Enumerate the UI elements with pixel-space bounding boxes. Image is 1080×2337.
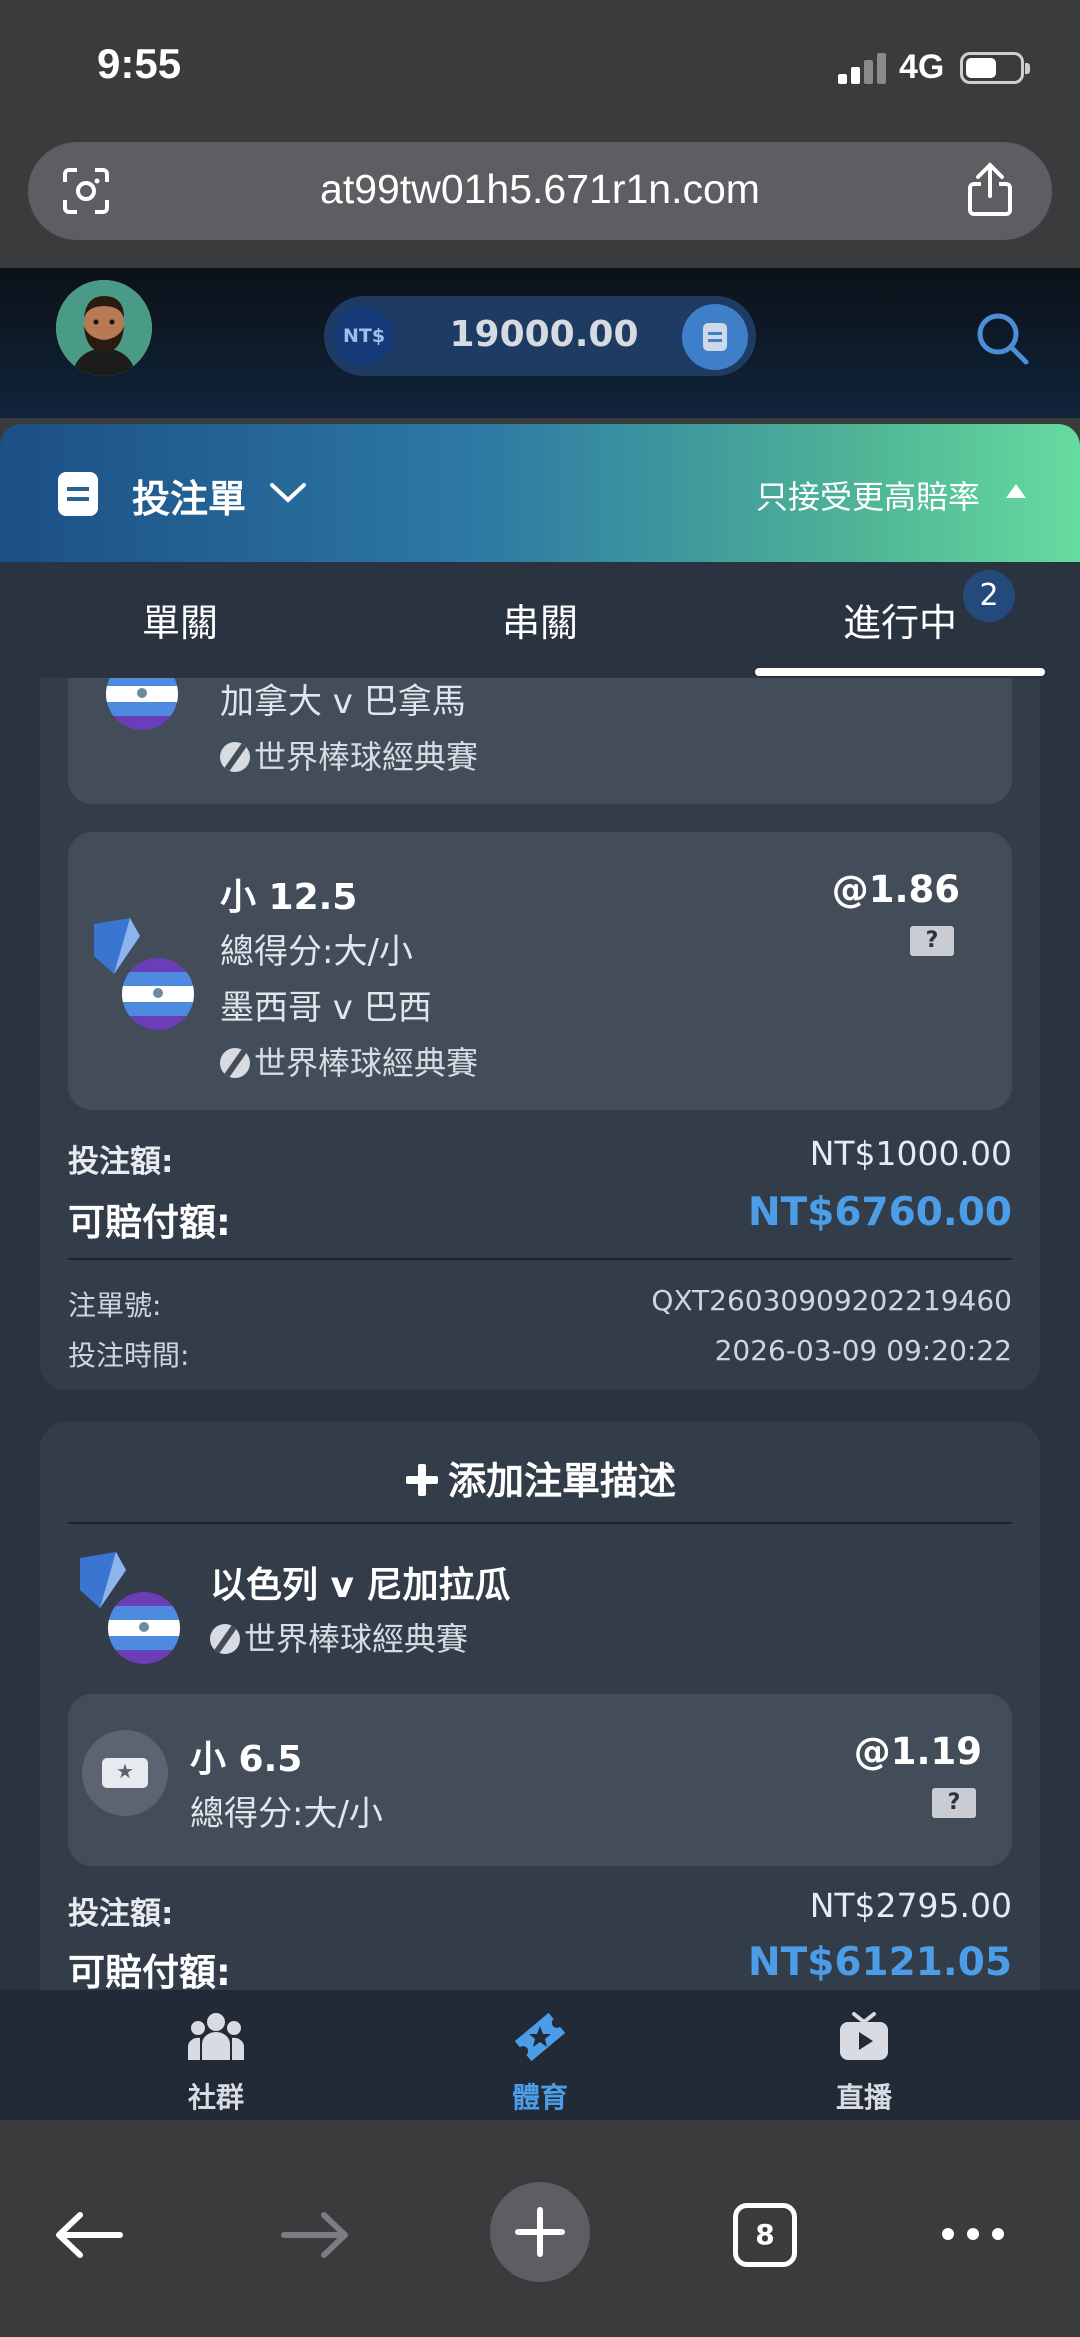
add-description-button[interactable]: 添加注單描述: [40, 1450, 1040, 1505]
nav-sports[interactable]: 體育: [470, 2010, 610, 2116]
divider: [68, 1258, 1012, 1260]
app-header: NT$ 19000.00: [0, 268, 1080, 418]
bet-slip-tabs: 單關 串關 進行中: [0, 562, 1080, 678]
match-name: 墨西哥 v 巴西: [220, 988, 432, 1028]
status-bar: 9:55 4G: [0, 0, 1080, 140]
wallet-menu-button[interactable]: [682, 304, 748, 370]
bet-slip-header[interactable]: 投注單 只接受更高賠率: [0, 424, 1080, 562]
bet-card: 添加注單描述 以色列 v 尼加拉瓜 世界棒球經典賽 小 6.5 總得分:大/小 …: [40, 1422, 1040, 1990]
nav-label: 體育: [511, 2081, 568, 2114]
bet-list[interactable]: 加拿大 v 巴拿馬 世界棒球經典賽 小 12.5 總得分:大/小 墨西哥 v 巴…: [0, 678, 1080, 1990]
tab-single[interactable]: 單關: [60, 592, 300, 647]
selection-pick: 小 12.5: [220, 877, 358, 918]
sports-ticket-icon: [514, 2012, 566, 2062]
plus-icon: [404, 1462, 440, 1498]
stake-label: 投注額:: [68, 1896, 174, 1932]
bottom-nav: 社群 體育 直播: [0, 1990, 1080, 2120]
selection-card: 小 12.5 總得分:大/小 墨西哥 v 巴西 世界棒球經典賽 @1.86 ?: [68, 832, 1012, 1110]
currency-badge: NT$: [334, 306, 394, 366]
more-icon[interactable]: [938, 2222, 1008, 2246]
ticket-number-label: 注單號:: [68, 1289, 162, 1322]
stake-value: NT$1000.00: [809, 1134, 1012, 1173]
baseball-icon: [210, 1624, 240, 1654]
status-time: 9:55: [97, 40, 182, 87]
active-tab-indicator: [755, 668, 1045, 676]
bet-time-label: 投注時間:: [68, 1339, 190, 1372]
team-flag-icon: [106, 678, 178, 730]
match-name: 加拿大 v 巴拿馬: [220, 682, 466, 722]
back-arrow-icon[interactable]: [54, 2210, 124, 2260]
tab-switcher-button[interactable]: 8: [733, 2203, 797, 2267]
selection-odds: @1.86: [831, 868, 960, 911]
selection-pick: 小 6.5: [190, 1739, 303, 1780]
search-icon[interactable]: [974, 310, 1030, 366]
selection-odds: @1.19: [853, 1730, 982, 1773]
tab-parlay[interactable]: 串關: [420, 592, 660, 647]
odds-preference[interactable]: 只接受更高賠率: [756, 472, 980, 518]
team-flag-icon: [108, 1592, 180, 1664]
menu-icon: [703, 323, 727, 351]
payout-label: 可賠付額:: [68, 1201, 231, 1244]
bet-slip-title[interactable]: 投注單: [132, 468, 246, 523]
bet-time-value: 2026-03-09 09:20:22: [714, 1334, 1012, 1367]
team-icons: [76, 1550, 186, 1664]
market-name: 總得分:大/小: [220, 932, 413, 972]
team-icons: [90, 916, 200, 1030]
ticket-number-value: QXT26030909202219460: [651, 1284, 1012, 1317]
nav-label: 社群: [187, 2081, 244, 2114]
community-icon: [188, 2013, 244, 2060]
stake-value: NT$2795.00: [809, 1886, 1012, 1925]
selection-card: 小 6.5 總得分:大/小 @1.19 ?: [68, 1694, 1012, 1866]
caret-up-icon[interactable]: [1006, 484, 1026, 498]
nav-community[interactable]: 社群: [146, 2010, 286, 2116]
league-name: 世界棒球經典賽: [210, 1614, 468, 1660]
address-bar[interactable]: at99tw01h5.671r1n.com: [28, 142, 1052, 240]
nav-label: 直播: [835, 2081, 892, 2114]
balance-amount: 19000.00: [449, 314, 639, 355]
avatar[interactable]: [56, 280, 152, 376]
balance-pill[interactable]: NT$ 19000.00: [324, 296, 756, 376]
browser-toolbar: 8: [0, 2120, 1080, 2337]
live-tv-icon: [840, 2012, 888, 2060]
match-name: 以色列 v 尼加拉瓜: [210, 1565, 511, 1606]
forward-arrow-icon[interactable]: [280, 2210, 350, 2260]
chevron-down-icon[interactable]: [268, 480, 308, 506]
baseball-icon: [220, 742, 250, 772]
network-type: 4G: [899, 48, 945, 86]
in-progress-count-badge: 2: [963, 570, 1015, 622]
nav-live[interactable]: 直播: [794, 2010, 934, 2116]
signal-icon: [838, 52, 888, 84]
ticket-icon: [82, 1730, 168, 1816]
league-name: 世界棒球經典賽: [220, 1038, 478, 1084]
payout-label: 可賠付額:: [68, 1951, 231, 1990]
new-tab-button[interactable]: [490, 2182, 590, 2282]
share-icon[interactable]: [966, 162, 1014, 218]
plus-icon: [515, 2207, 565, 2257]
bet-card: 加拿大 v 巴拿馬 世界棒球經典賽 小 12.5 總得分:大/小 墨西哥 v 巴…: [40, 678, 1040, 1390]
league-name: 世界棒球經典賽: [220, 732, 478, 778]
url-text[interactable]: at99tw01h5.671r1n.com: [28, 166, 1052, 213]
team-flag-icon: [122, 958, 194, 1030]
selection-card: 加拿大 v 巴拿馬 世界棒球經典賽: [68, 678, 1012, 804]
payout-value: NT$6121.05: [747, 1940, 1012, 1985]
divider: [68, 1522, 1012, 1524]
payout-value: NT$6760.00: [747, 1190, 1012, 1235]
stake-label: 投注額:: [68, 1144, 174, 1180]
help-badge[interactable]: ?: [910, 926, 954, 956]
market-name: 總得分:大/小: [190, 1794, 383, 1834]
bet-slip-icon: [58, 472, 98, 516]
baseball-icon: [220, 1048, 250, 1078]
help-badge[interactable]: ?: [932, 1788, 976, 1818]
battery-icon: [960, 52, 1030, 84]
